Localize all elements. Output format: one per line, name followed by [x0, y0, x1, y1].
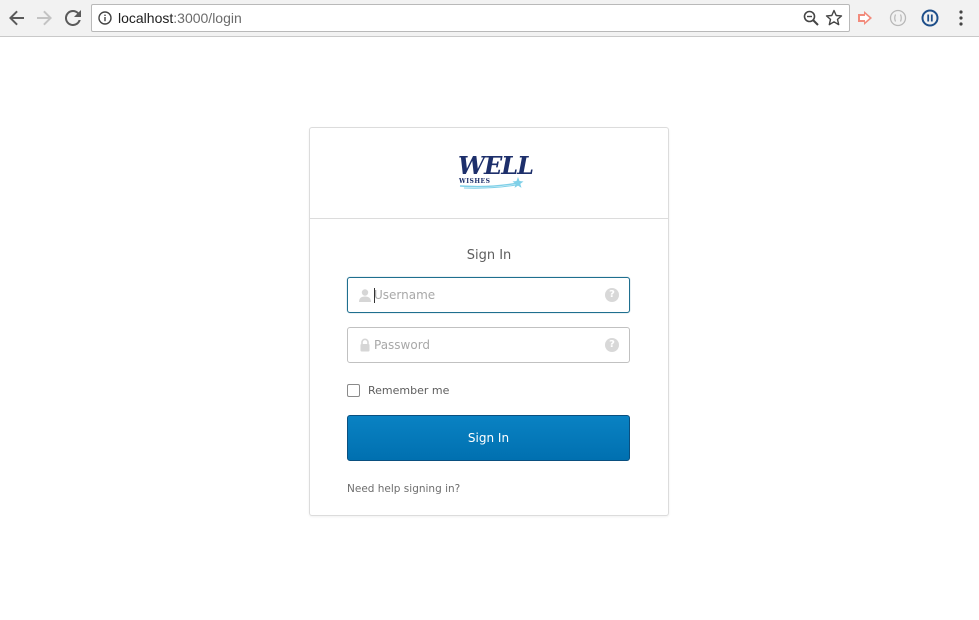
address-bar[interactable]: localhost:3000/login	[91, 4, 850, 32]
logo-subtext: WISHES	[459, 178, 491, 185]
need-help-link[interactable]: Need help signing in?	[347, 483, 460, 495]
extension-circle-icon[interactable]	[889, 9, 907, 27]
url-path: :3000/login	[173, 10, 242, 26]
logo-text: WELL	[458, 151, 534, 180]
star-icon[interactable]	[825, 9, 843, 27]
password-input[interactable]	[374, 335, 594, 355]
login-card-header: WELL WISHES	[310, 128, 668, 219]
zoom-icon[interactable]	[803, 10, 819, 26]
extension-pause-icon[interactable]	[921, 9, 939, 27]
kebab-menu-icon[interactable]	[953, 9, 969, 27]
login-card: WELL WISHES Sign In ? ? Remember me Sign…	[309, 127, 669, 516]
text-cursor	[374, 288, 375, 303]
username-input[interactable]	[374, 285, 594, 305]
remember-me-label[interactable]: Remember me	[368, 384, 449, 397]
url-text[interactable]: localhost:3000/login	[118, 10, 242, 26]
lock-icon	[360, 338, 370, 352]
browser-toolbar: localhost:3000/login	[0, 0, 979, 37]
well-wishes-logo: WELL WISHES	[456, 154, 534, 192]
arrow-right-icon	[37, 10, 52, 26]
password-field[interactable]: ?	[347, 327, 630, 363]
username-help-icon[interactable]: ?	[605, 288, 619, 302]
extension-arrow-icon[interactable]	[856, 9, 874, 27]
reload-button[interactable]	[62, 7, 84, 29]
info-icon[interactable]	[98, 11, 112, 25]
user-icon	[359, 289, 371, 302]
remember-me-checkbox[interactable]	[347, 383, 360, 397]
password-help-icon[interactable]: ?	[605, 338, 619, 352]
username-field[interactable]: ?	[347, 277, 630, 313]
sign-in-button[interactable]: Sign In	[347, 415, 630, 461]
arrow-left-icon	[9, 10, 24, 26]
forward-button[interactable]	[33, 7, 55, 29]
url-host: localhost	[118, 10, 174, 26]
reload-icon	[65, 10, 81, 26]
sign-in-title: Sign In	[466, 248, 512, 263]
back-button[interactable]	[6, 7, 28, 29]
remember-me-row[interactable]: Remember me	[347, 382, 449, 398]
